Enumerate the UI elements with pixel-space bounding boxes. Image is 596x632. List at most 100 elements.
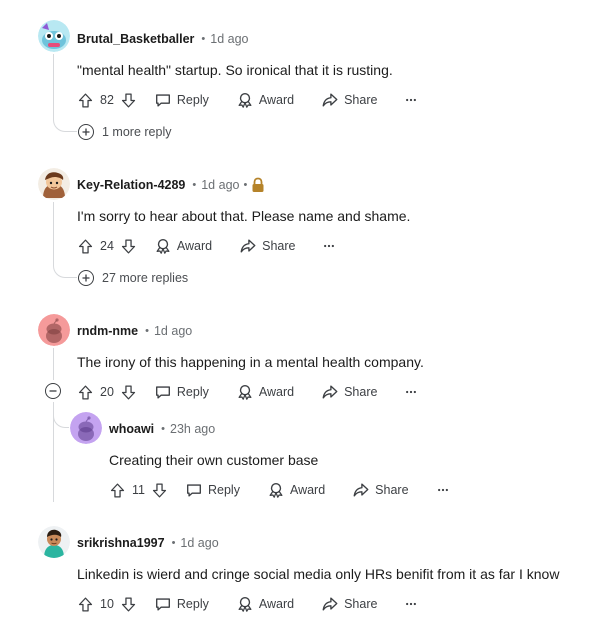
collapse-thread-button[interactable] [45,383,61,399]
comment-meta: srikrishna1997 • 1d ago [77,533,219,553]
upvote-button[interactable] [77,596,94,613]
downvote-icon [120,92,137,109]
upvote-icon [77,384,94,401]
more-options-button[interactable] [322,239,336,253]
timestamp[interactable]: 1d ago [180,536,218,550]
comment-body: Linkedin is wierd and cringe social medi… [77,566,560,582]
upvote-icon [109,482,126,499]
avatar[interactable] [70,412,102,444]
separator-dot: • [145,325,149,337]
timestamp[interactable]: 23h ago [170,422,215,436]
avatar[interactable] [38,20,70,52]
comment-actions: 10 Reply Award Share [77,593,418,615]
reply-bubble-icon [154,595,172,613]
separator-dot: • [161,423,166,435]
downvote-button[interactable] [120,596,137,613]
award-ribbon-icon [236,595,254,613]
overflow-dots-icon [436,483,450,497]
vote-count: 20 [100,385,114,399]
share-button[interactable]: Share [321,383,377,401]
award-ribbon-icon [236,383,254,401]
reply-bubble-icon [154,383,172,401]
award-ribbon-icon [236,91,254,109]
upvote-icon [77,596,94,613]
award-button[interactable]: Award [154,237,212,255]
award-ribbon-icon [267,481,285,499]
share-button[interactable]: Share [239,237,295,255]
timestamp[interactable]: 1d ago [210,32,248,46]
downvote-button[interactable] [120,384,137,401]
username[interactable]: Brutal_Basketballer [77,32,194,46]
reply-meta: whoawi • 23h ago [109,419,215,439]
downvote-button[interactable] [120,238,137,255]
plus-circle-icon [78,124,94,140]
share-arrow-icon [352,481,370,499]
reply-button[interactable]: Reply [154,595,209,613]
reply-button[interactable]: Reply [154,383,209,401]
more-replies-link[interactable]: 27 more replies [78,270,188,286]
upvote-icon [77,238,94,255]
username[interactable]: whoawi [109,422,154,436]
overflow-dots-icon [404,93,418,107]
more-options-button[interactable] [404,597,418,611]
more-options-button[interactable] [404,385,418,399]
award-button[interactable]: Award [236,383,294,401]
award-button[interactable]: Award [236,91,294,109]
thread-line [53,202,77,278]
share-arrow-icon [239,237,257,255]
more-replies-link[interactable]: 1 more reply [78,124,171,140]
timestamp[interactable]: 1d ago [154,324,192,338]
comment-body: I'm sorry to hear about that. Please nam… [77,208,411,224]
avatar[interactable] [38,168,70,200]
separator-dot: • [171,537,176,549]
more-options-button[interactable] [404,93,418,107]
vote-count: 82 [100,93,114,107]
comment-meta: Key-Relation-4289 • 1d ago • [77,175,265,195]
username[interactable]: rndm-nme [77,324,138,338]
downvote-icon [151,482,168,499]
share-arrow-icon [321,595,339,613]
thread-line [53,54,77,132]
share-arrow-icon [321,91,339,109]
share-button[interactable]: Share [321,595,377,613]
upvote-icon [77,92,94,109]
comment-body: "mental health" startup. So ironical tha… [77,62,393,78]
thread-line [53,348,54,380]
comment-body: The irony of this happening in a mental … [77,354,424,370]
reply-bubble-icon [154,91,172,109]
upvote-button[interactable] [77,238,94,255]
more-options-button[interactable] [436,483,450,497]
overflow-dots-icon [322,239,336,253]
downvote-button[interactable] [151,482,168,499]
comment-actions: 24 Award Share [77,235,336,257]
downvote-icon [120,238,137,255]
share-button[interactable]: Share [352,481,409,499]
reply-connector-line [53,404,69,428]
upvote-button[interactable] [77,384,94,401]
reply-button[interactable]: Reply [185,481,240,499]
overflow-dots-icon [404,385,418,399]
vote-count: 10 [100,597,114,611]
downvote-button[interactable] [120,92,137,109]
reply-actions: 11 Reply Award Share [109,479,450,501]
reply-body: Creating their own customer base [109,452,319,468]
reply-button[interactable]: Reply [154,91,209,109]
comment-meta: rndm-nme • 1d ago [77,321,192,341]
upvote-button[interactable] [77,92,94,109]
username[interactable]: Key-Relation-4289 [77,178,185,192]
downvote-icon [120,384,137,401]
share-button[interactable]: Share [321,91,377,109]
avatar[interactable] [38,526,70,558]
minus-circle-icon [49,390,57,392]
avatar[interactable] [38,314,70,346]
award-button[interactable]: Award [236,595,294,613]
award-ribbon-icon [154,237,172,255]
overflow-dots-icon [404,597,418,611]
comment-actions: 20 Reply Award Share [77,381,418,403]
username[interactable]: srikrishna1997 [77,536,165,550]
upvote-button[interactable] [109,482,126,499]
share-arrow-icon [321,383,339,401]
timestamp[interactable]: 1d ago [201,178,239,192]
separator-dot: • [243,179,248,191]
award-button[interactable]: Award [267,481,325,499]
